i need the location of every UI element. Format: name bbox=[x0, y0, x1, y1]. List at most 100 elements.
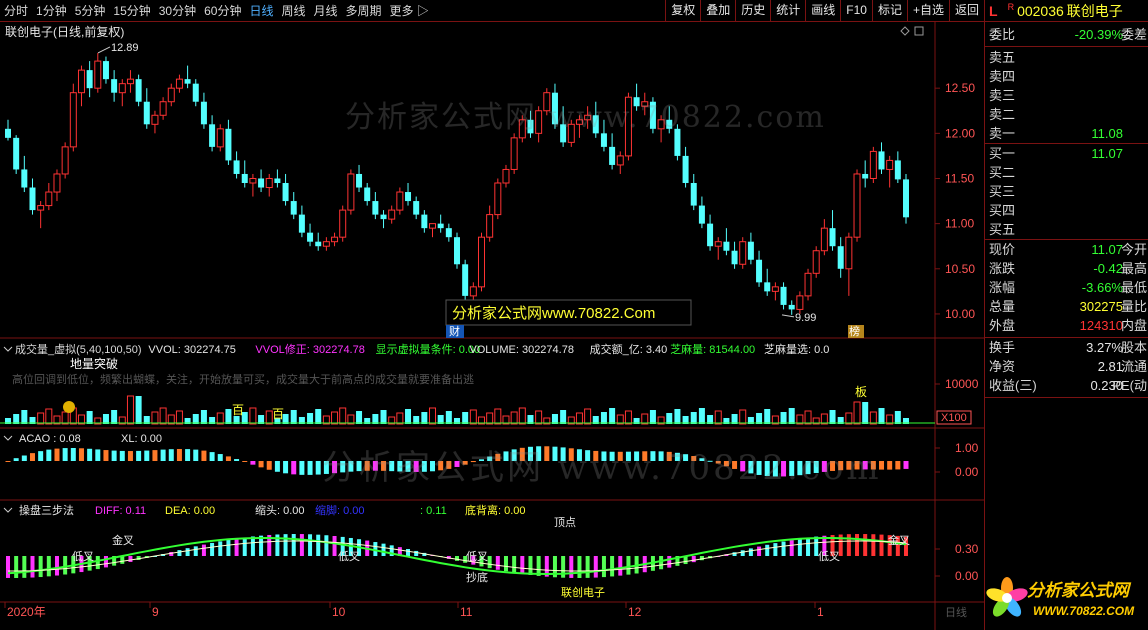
macd-bar bbox=[185, 548, 190, 556]
tool-button-5[interactable]: F10 bbox=[840, 0, 872, 22]
acao-bar bbox=[372, 461, 378, 471]
fund-row-label2: PE(动 bbox=[1112, 378, 1147, 393]
volume-bar bbox=[510, 411, 518, 425]
volume-bar bbox=[315, 409, 322, 424]
macd-bar bbox=[806, 537, 811, 556]
quote-row-value: -0.42 bbox=[1093, 261, 1123, 276]
acao-bar bbox=[242, 461, 248, 462]
quote-row-label: 现价 bbox=[989, 242, 1016, 257]
macd-bar bbox=[95, 556, 100, 570]
candle-body bbox=[723, 241, 730, 251]
breakout-tag: 地量突破 bbox=[70, 356, 118, 371]
macd-bar bbox=[593, 556, 598, 578]
macd-bar bbox=[797, 538, 802, 556]
candle-body bbox=[200, 101, 207, 125]
acao-bar bbox=[283, 461, 289, 474]
macd-bar bbox=[201, 544, 206, 556]
acao-bar bbox=[38, 451, 44, 461]
macd-tick: 0.30 bbox=[955, 542, 979, 556]
period-8[interactable]: 月线 bbox=[310, 2, 342, 19]
period-toolbar: 分时 1分钟 5分钟 15分钟 30分钟 60分钟 日线 周线 月线 多周期 更多 ▷ 复权 叠加 历史统… bbox=[0, 0, 984, 22]
diamond-icon[interactable] bbox=[900, 26, 910, 36]
volume-bar bbox=[21, 410, 28, 424]
candle-body bbox=[666, 119, 673, 129]
period-7[interactable]: 周线 bbox=[277, 2, 309, 19]
period-5[interactable]: 60分钟 bbox=[200, 2, 245, 19]
period-9[interactable]: 多周期 bbox=[342, 2, 386, 19]
acao-bar bbox=[715, 461, 721, 464]
candle-body bbox=[600, 133, 607, 147]
tool-button-2[interactable]: 历史 bbox=[735, 0, 770, 22]
macd-bars bbox=[6, 534, 908, 578]
acao-bar bbox=[323, 461, 329, 474]
period-3[interactable]: 15分钟 bbox=[109, 2, 154, 19]
tool-button-0[interactable]: 复权 bbox=[665, 0, 700, 22]
acao-bar bbox=[315, 461, 321, 475]
candle-body bbox=[674, 128, 681, 156]
period-4[interactable]: 30分钟 bbox=[155, 2, 200, 19]
tool-button-7[interactable]: +自选 bbox=[906, 0, 949, 22]
ask-row-value: 11.08 bbox=[1091, 126, 1123, 141]
stock-code: 002036 bbox=[1017, 2, 1064, 19]
suotou-value: 缩头: 0.00 bbox=[255, 504, 305, 517]
flag-l: L bbox=[989, 2, 998, 19]
macd-bar bbox=[626, 556, 631, 575]
acao-tick: 0.00 bbox=[955, 465, 979, 479]
volume-bars bbox=[0, 395, 935, 425]
tool-button-3[interactable]: 统计 bbox=[770, 0, 805, 22]
macd-bar bbox=[691, 556, 696, 563]
chart-area[interactable]: 12.5012.0011.5011.0010.5010.00联创电子(日线,前复… bbox=[0, 22, 984, 630]
period-2[interactable]: 5分钟 bbox=[71, 2, 110, 19]
ask-row-label: 卖三 bbox=[989, 88, 1016, 103]
acao-bar bbox=[625, 451, 631, 461]
candle-body bbox=[298, 214, 305, 233]
chevron-down-icon[interactable] bbox=[3, 435, 13, 441]
dea-value: DEA: 0.00 bbox=[165, 505, 215, 517]
low-price-label: 9.99 bbox=[795, 312, 816, 324]
candle-body bbox=[86, 70, 93, 89]
volume-bar bbox=[869, 411, 877, 425]
candle-body bbox=[527, 119, 534, 134]
candle-body bbox=[111, 79, 118, 93]
volume-bar bbox=[356, 411, 363, 424]
quote-row: 涨幅 -3.66% 最低 bbox=[985, 278, 1148, 298]
macd-bar bbox=[193, 546, 198, 556]
volume-unit: X100 bbox=[941, 412, 967, 424]
candle-body bbox=[21, 169, 28, 188]
tool-button-4[interactable]: 画线 bbox=[805, 0, 840, 22]
maximize-icon[interactable] bbox=[914, 26, 924, 36]
zhima-vol-value: 芝麻量: 81544.00 bbox=[670, 342, 755, 356]
acao-bar bbox=[266, 461, 272, 470]
acao-bar bbox=[552, 446, 558, 461]
green-line-value: : 0.11 bbox=[420, 505, 447, 517]
volume-bar bbox=[853, 401, 861, 425]
acao-bar bbox=[95, 449, 101, 461]
candle-body bbox=[641, 101, 649, 107]
candle-body bbox=[747, 241, 754, 260]
macd-bar bbox=[748, 548, 753, 556]
tool-button-8[interactable]: 返回 bbox=[948, 0, 984, 22]
volume-bar bbox=[690, 412, 697, 424]
tool-button-1[interactable]: 叠加 bbox=[700, 0, 735, 22]
chevron-down-icon[interactable] bbox=[3, 507, 13, 513]
chevron-down-icon[interactable] bbox=[3, 346, 13, 352]
period-0[interactable]: 分时 bbox=[0, 2, 32, 19]
acao-bar bbox=[601, 451, 607, 461]
ask-row-label: 卖二 bbox=[989, 107, 1016, 122]
top-label: 顶点 bbox=[554, 516, 576, 529]
volume-bar bbox=[421, 412, 428, 424]
tool-button-6[interactable]: 标记 bbox=[871, 0, 907, 22]
period-1[interactable]: 1分钟 bbox=[32, 2, 71, 19]
low-cross-label: 低叉 bbox=[466, 550, 488, 563]
acao-bar bbox=[70, 448, 76, 461]
acao-bar bbox=[740, 461, 746, 472]
acao-bar bbox=[250, 461, 256, 465]
acao-bar bbox=[830, 461, 836, 471]
date-label: 1 bbox=[817, 605, 824, 619]
volume-bar bbox=[739, 409, 747, 425]
period-6[interactable]: 日线 bbox=[245, 2, 277, 19]
period-10[interactable]: 更多 ▷ bbox=[386, 2, 433, 19]
volume-bar bbox=[829, 410, 836, 424]
volume-bar bbox=[535, 410, 543, 425]
acao-bar bbox=[21, 455, 27, 461]
